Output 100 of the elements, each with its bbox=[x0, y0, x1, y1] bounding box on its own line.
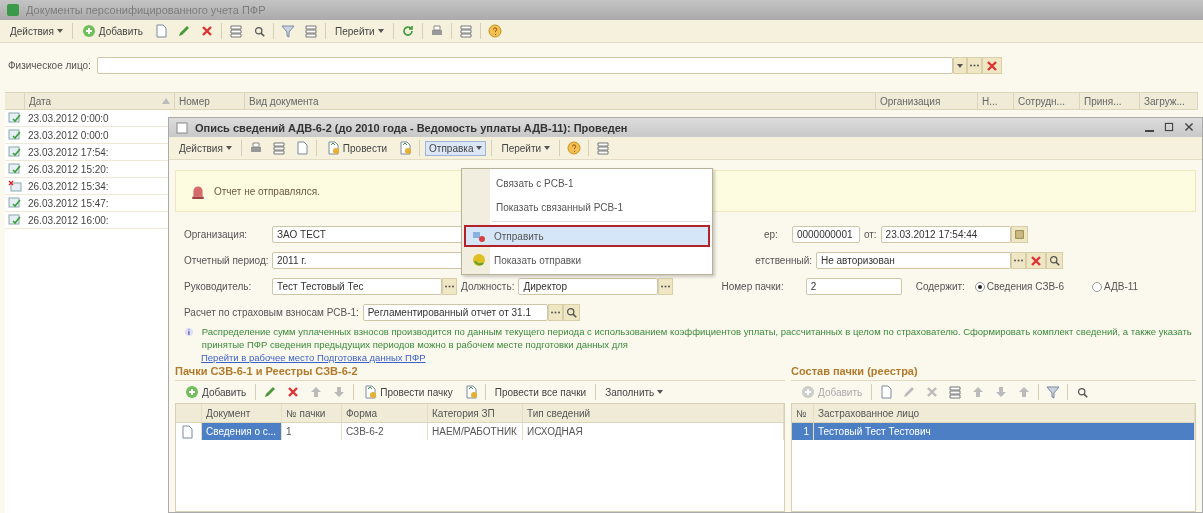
field-label: Расчет по страховым взносам РСВ-1: bbox=[184, 307, 359, 318]
list-icon bbox=[271, 141, 286, 155]
list-icon bbox=[304, 24, 319, 38]
post-icon bbox=[463, 385, 478, 399]
delete-icon bbox=[286, 385, 301, 399]
goto-menu[interactable]: Перейти bbox=[331, 23, 388, 39]
input-field[interactable]: 0000000001 bbox=[791, 226, 860, 243]
column-header[interactable]: Категория ЗП bbox=[428, 404, 523, 422]
input-field[interactable]: Регламентированный отчет от 31.1 bbox=[362, 304, 548, 321]
caret-icon bbox=[476, 146, 483, 150]
input-field[interactable]: 23.03.2012 17:54:44 bbox=[880, 226, 1011, 243]
goto-menu[interactable]: Перейти bbox=[497, 140, 555, 156]
window-title: Опись сведений АДВ-6-2 (до 2010 года - Ведомость уплаты АДВ-11): Проведен bbox=[195, 121, 629, 134]
pencil-icon bbox=[263, 385, 278, 399]
column-header[interactable]: № пачки bbox=[282, 404, 342, 422]
field-label: Организация: bbox=[184, 229, 248, 240]
menu-item[interactable]: Показать связанный РСВ-1 bbox=[464, 196, 710, 218]
add-button[interactable]: Добавить bbox=[77, 22, 148, 40]
caret-icon bbox=[56, 29, 63, 33]
input-field[interactable]: 2 bbox=[805, 278, 902, 295]
delete-icon bbox=[925, 385, 940, 399]
field-label: Отчетный период: bbox=[184, 255, 269, 266]
document-icon bbox=[154, 24, 169, 38]
calendar-icon bbox=[1013, 229, 1025, 240]
document-icon bbox=[180, 424, 194, 439]
search-icon bbox=[565, 307, 577, 318]
post-icon bbox=[325, 141, 340, 155]
input-field[interactable]: Директор bbox=[518, 278, 659, 295]
search-icon bbox=[253, 25, 265, 37]
filter-button[interactable] bbox=[279, 22, 298, 40]
document-icon bbox=[294, 141, 309, 155]
field-label: Содержит: bbox=[915, 281, 965, 292]
help-button[interactable] bbox=[485, 22, 504, 40]
select-button[interactable] bbox=[1011, 252, 1026, 269]
sort-icon bbox=[162, 98, 170, 104]
column-header[interactable]: Загруж... bbox=[1140, 93, 1198, 109]
column-header[interactable]: Дата bbox=[25, 93, 175, 109]
table-cell-text: 26.03.2012 15:34: bbox=[27, 179, 109, 194]
delete-icon bbox=[200, 24, 215, 38]
list-icon bbox=[458, 24, 473, 38]
menu-item[interactable]: Отправить bbox=[464, 225, 710, 247]
input-field[interactable]: Не авторизован bbox=[816, 252, 1011, 269]
close-icon bbox=[1184, 122, 1194, 132]
post-all-button[interactable]: Провести все пачки bbox=[490, 384, 591, 400]
table-cell-text: 23.03.2012 0:00:0 bbox=[27, 111, 109, 126]
field-label: Должность: bbox=[461, 281, 515, 292]
table-cell-text: 26.03.2012 15:47: bbox=[27, 196, 109, 211]
table-cell: НАЕМ/РАБОТНИК bbox=[428, 423, 523, 440]
list-icon bbox=[948, 385, 963, 399]
radio-button[interactable] bbox=[1092, 281, 1102, 292]
add-button[interactable]: Добавить bbox=[181, 383, 251, 401]
up-arrow-icon bbox=[309, 385, 324, 399]
info-text: Распределение сумм уплаченных взносов производится по данным текущего периода с использованием коэффициентов уплаты, рассчитанных в целом по страхователю. Сформировать комплект сведений, а также указать принятые ПФР сведения предыдущих периодов можно в рабочем месте подготовки данных для bbox=[201, 325, 1193, 351]
column-header[interactable]: Документ bbox=[202, 404, 282, 422]
post-pack-button[interactable]: Провести пачку bbox=[359, 383, 457, 401]
select-button[interactable] bbox=[442, 278, 457, 295]
search-button[interactable] bbox=[1046, 252, 1063, 269]
radio-option[interactable]: АДВ-11 bbox=[1092, 281, 1139, 292]
ball-icon bbox=[472, 253, 486, 267]
table-cell-text: 26.03.2012 15:20: bbox=[27, 162, 109, 177]
input-field[interactable]: Тест Тестовый Тес bbox=[272, 278, 442, 295]
send-icon bbox=[472, 229, 486, 243]
calendar-button[interactable] bbox=[1010, 226, 1028, 243]
help-icon bbox=[567, 141, 582, 155]
caret-icon bbox=[657, 390, 664, 394]
workplace-link[interactable]: Перейти в рабочее место Подготовка данных ПФР bbox=[201, 352, 1202, 363]
column-header[interactable]: Застрахованное лицо bbox=[814, 404, 1195, 422]
column-header[interactable]: Вид документа bbox=[245, 93, 876, 109]
list-icon bbox=[596, 141, 611, 155]
actions-menu[interactable]: Действия bbox=[6, 23, 67, 39]
column-header[interactable]: № bbox=[792, 404, 814, 422]
clear-button[interactable] bbox=[1026, 252, 1046, 269]
fill-menu[interactable]: Заполнить bbox=[601, 384, 668, 400]
radio-button[interactable] bbox=[974, 281, 985, 292]
column-header[interactable]: Организация bbox=[876, 93, 978, 109]
plus-icon bbox=[801, 385, 815, 399]
menu-item[interactable]: Связать с РСВ-1 bbox=[464, 172, 710, 194]
ellipsis-icon bbox=[1014, 259, 1023, 262]
post-button[interactable]: Провести bbox=[321, 139, 392, 157]
filter-button[interactable] bbox=[1044, 383, 1063, 401]
ellipsis-icon bbox=[661, 285, 671, 288]
help-button[interactable] bbox=[565, 139, 584, 157]
table-cell: СЗВ-6-2 bbox=[342, 423, 428, 440]
column-header[interactable]: Н... bbox=[978, 93, 1014, 109]
send-menu[interactable]: Отправка bbox=[425, 140, 487, 156]
caret-icon bbox=[956, 63, 963, 68]
column-header[interactable]: Сотрудн... bbox=[1014, 93, 1080, 109]
select-button[interactable] bbox=[658, 278, 674, 295]
column-header[interactable]: Тип сведений bbox=[523, 404, 784, 422]
list-icon bbox=[229, 24, 244, 38]
column-header[interactable]: Приня... bbox=[1080, 93, 1140, 109]
input-field[interactable] bbox=[96, 57, 953, 74]
column-header[interactable]: Форма bbox=[342, 404, 428, 422]
section-title: Состав пачки (реестра) bbox=[791, 363, 1196, 381]
plus-icon bbox=[185, 385, 199, 399]
column-header[interactable]: Номер bbox=[175, 93, 245, 109]
pencil-icon bbox=[177, 24, 192, 38]
field-label: Физическое лицо: bbox=[8, 60, 91, 71]
actions-menu[interactable]: Действия bbox=[175, 140, 236, 156]
radio-option[interactable]: Сведения СЗВ-6 bbox=[974, 281, 1064, 292]
